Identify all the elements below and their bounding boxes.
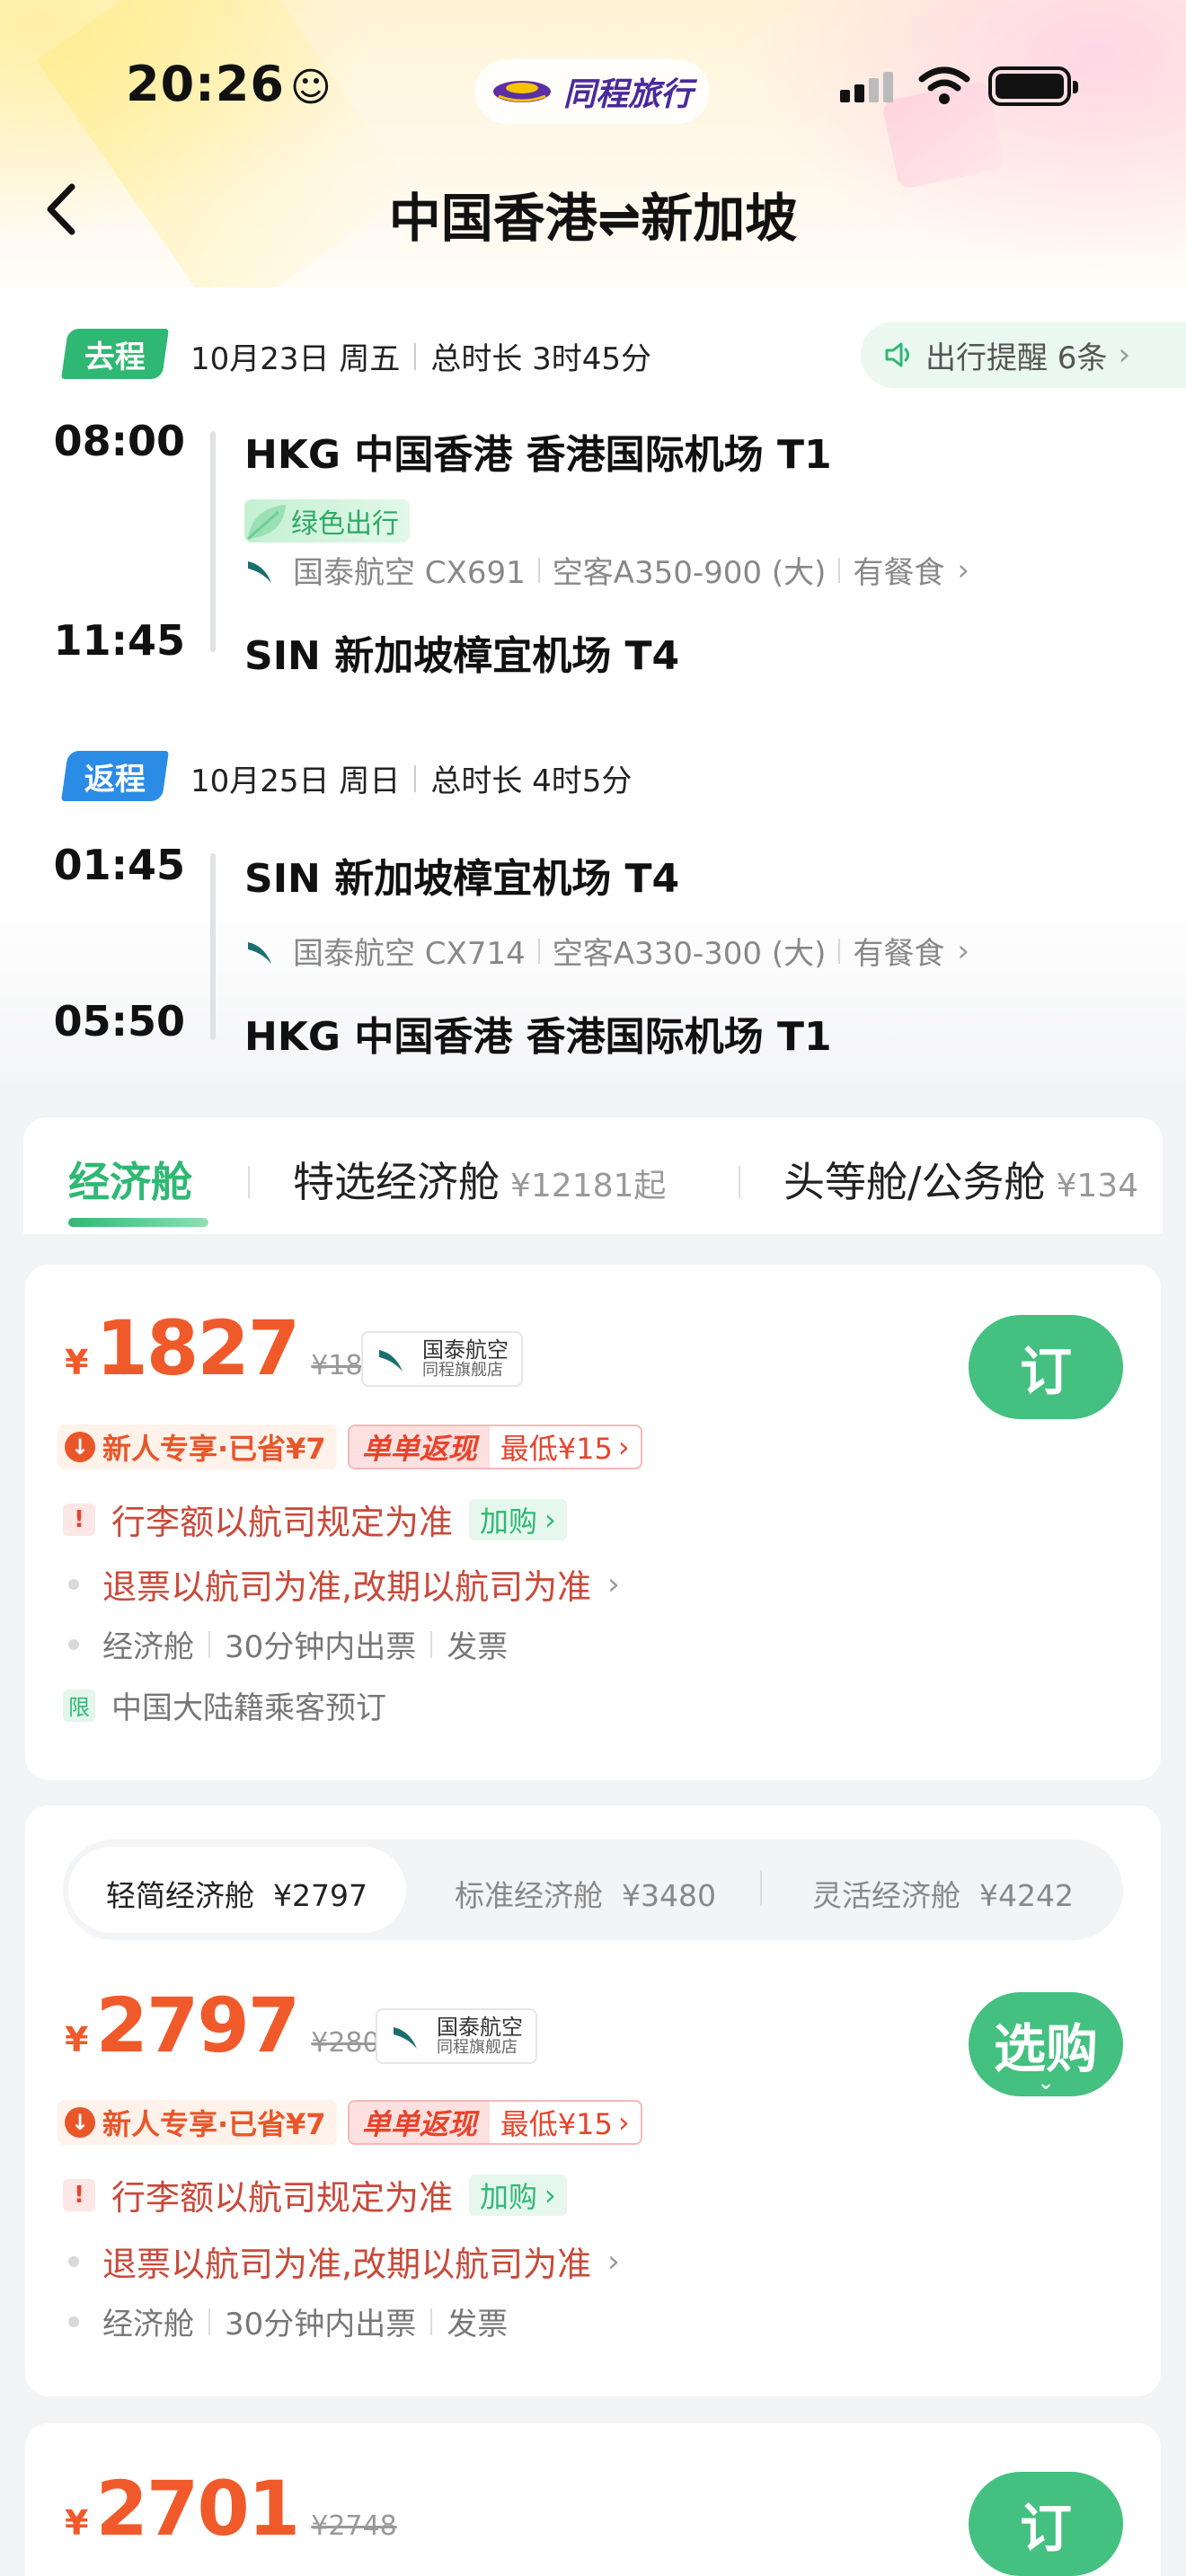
- warning-icon: !: [63, 2178, 95, 2211]
- return-duration: 总时长 4时5分: [430, 763, 633, 799]
- return-timeline: [210, 853, 216, 1040]
- tab-divider: [739, 1166, 740, 1198]
- return-meal: 有餐食: [853, 936, 945, 972]
- select-purchase-button[interactable]: 选购 ⌄: [969, 1992, 1123, 2096]
- ticket-info: 经济舱 30分钟内出票 发票: [58, 2299, 508, 2343]
- price-value: 1827: [95, 1304, 300, 1392]
- itinerary-panel: [0, 287, 1186, 1096]
- baggage-rule[interactable]: ! 行李额以航司规定为准 加购 ›: [63, 1495, 567, 1544]
- battery-icon: [988, 66, 1078, 106]
- bullet-dot: [68, 2316, 79, 2327]
- cashback-promo: 单单返现 最低¥15 ›: [347, 1425, 642, 1469]
- chevron-right-icon: ›: [607, 2243, 620, 2280]
- outbound-info: 10月23日 周五 总时长 3时45分: [190, 334, 651, 378]
- cathay-logo-icon: [394, 2027, 417, 2049]
- tab-economy[interactable]: 经济舱: [68, 1150, 192, 1209]
- arrow-down-icon: ↓: [65, 1432, 95, 1462]
- brand-pill[interactable]: 同程旅行: [474, 59, 710, 124]
- page-title: 中国香港⇌新加坡: [388, 188, 798, 249]
- speaker-icon: [885, 342, 909, 367]
- chevron-right-icon: ›: [957, 551, 970, 588]
- bullet-dot: [68, 2255, 79, 2267]
- return-aircraft: 空客A330-300 (大): [552, 936, 827, 972]
- return-dep-time: 01:45: [53, 841, 185, 889]
- cashback-promo: 单单返现 最低¥15 ›: [347, 2100, 642, 2145]
- cathay-logo-icon: [248, 941, 271, 964]
- refund-rule[interactable]: 退票以航司为准,改期以航司为准 ›: [58, 2236, 620, 2286]
- book-button[interactable]: 订: [969, 2472, 1123, 2576]
- airline-store-badge: 国泰航空 同程旗舰店: [361, 1331, 523, 1387]
- reminder-label: 出行提醒 6条: [925, 340, 1108, 376]
- outbound-duration: 总时长 3时45分: [430, 341, 652, 377]
- addon-button[interactable]: 加购 ›: [469, 1498, 567, 1540]
- cathay-logo-icon: [248, 560, 271, 583]
- brand-name: 同程旅行: [562, 76, 693, 113]
- chevron-right-icon: ›: [617, 1430, 630, 1464]
- original-price: ¥2748: [311, 2510, 397, 2542]
- restriction-badge: 限: [63, 1689, 95, 1722]
- promo-row[interactable]: ↓ 新人专享·已省¥7 单单返现 最低¥15 ›: [58, 2100, 642, 2145]
- return-tag: 返程: [61, 751, 169, 801]
- return-info: 10月25日 周日 总时长 4时5分: [190, 756, 632, 800]
- chevron-down-icon: ⌄: [1037, 2072, 1055, 2095]
- chevron-right-icon: ›: [617, 2105, 630, 2139]
- smiley-icon: ☺: [289, 65, 332, 110]
- bullet-dot: [68, 1638, 79, 1650]
- status-time: 20:26 ☺: [126, 56, 332, 112]
- price-value: 2701: [95, 2465, 300, 2553]
- return-dep-airport: SIN 新加坡樟宜机场 T4: [244, 856, 680, 902]
- cellular-signal-icon: [840, 70, 893, 102]
- return-date: 10月25日 周日: [190, 763, 401, 799]
- tab-divider: [248, 1166, 250, 1198]
- fare-tab-standard[interactable]: 标准经济舱 ¥3480: [455, 1872, 716, 1915]
- offer-price: ¥ 2701 ¥2748: [65, 2465, 397, 2553]
- new-user-promo: ↓ 新人专享·已省¥7: [58, 1425, 337, 1469]
- tab-first-business[interactable]: 头等舱/公务舱 ¥134: [783, 1150, 1163, 1209]
- return-flight-meta[interactable]: 国泰航空 CX714 空客A330-300 (大) 有餐食 ›: [244, 929, 969, 973]
- ticket-info: 经济舱 30分钟内出票 发票: [58, 1622, 508, 1666]
- bullet-dot: [68, 1578, 79, 1590]
- fare-tab-flexible[interactable]: 灵活经济舱 ¥4242: [812, 1872, 1074, 1915]
- return-arr-airport: HKG 中国香港 香港国际机场 T1: [244, 1014, 832, 1060]
- brand-logo-icon: [492, 81, 551, 102]
- passenger-restriction: 限 中国大陆籍乘客预订: [63, 1683, 386, 1727]
- offer-price: ¥ 1827 ¥1834: [65, 1304, 397, 1392]
- fare-tab-divider: [760, 1870, 762, 1906]
- travel-reminder-button[interactable]: 出行提醒 6条 ›: [861, 322, 1186, 388]
- price-value: 2797: [95, 1981, 300, 2069]
- warning-icon: !: [63, 1503, 95, 1536]
- outbound-aircraft: 空客A350-900 (大): [552, 555, 827, 591]
- outbound-date: 10月23日 周五: [190, 341, 401, 377]
- offer-price: ¥ 2797 ¥2804: [65, 1981, 397, 2069]
- book-button[interactable]: 订: [969, 1315, 1123, 1419]
- wifi-icon: [918, 66, 970, 104]
- outbound-dep-airport: HKG 中国香港 香港国际机场 T1: [244, 432, 832, 478]
- chevron-right-icon: ›: [1118, 337, 1131, 373]
- outbound-airline: 国泰航空 CX691: [293, 555, 526, 591]
- promo-row[interactable]: ↓ 新人专享·已省¥7 单单返现 最低¥15 ›: [58, 1425, 642, 1469]
- outbound-arr-time: 11:45: [53, 616, 185, 665]
- tab-premium-economy[interactable]: 特选经济舱 ¥12181起: [293, 1150, 666, 1209]
- baggage-rule[interactable]: ! 行李额以航司规定为准 加购 ›: [63, 2170, 567, 2219]
- fare-tab-basic[interactable]: 轻简经济舱 ¥2797: [106, 1872, 367, 1915]
- new-user-promo: ↓ 新人专享·已省¥7: [58, 2100, 337, 2145]
- return-airline: 国泰航空 CX714: [293, 936, 526, 972]
- airline-store-badge: 国泰航空 同程旗舰店: [376, 2008, 537, 2064]
- outbound-flight-meta[interactable]: 国泰航空 CX691 空客A350-900 (大) 有餐食 ›: [244, 548, 969, 592]
- outbound-dep-time: 08:00: [53, 417, 185, 465]
- outbound-meal: 有餐食: [853, 555, 945, 591]
- outbound-tag: 去程: [61, 329, 169, 379]
- return-arr-time: 05:50: [53, 997, 185, 1045]
- active-tab-indicator: [68, 1218, 208, 1227]
- chevron-right-icon: ›: [957, 932, 970, 969]
- arrow-down-icon: ↓: [65, 2107, 95, 2138]
- outbound-arr-airport: SIN 新加坡樟宜机场 T4: [244, 633, 680, 679]
- cathay-logo-icon: [379, 1350, 403, 1372]
- refund-rule[interactable]: 退票以航司为准,改期以航司为准 ›: [58, 1559, 620, 1609]
- addon-button[interactable]: 加购 ›: [469, 2174, 567, 2216]
- outbound-timeline: [210, 431, 216, 652]
- chevron-right-icon: ›: [607, 1566, 620, 1602]
- leaf-icon: [247, 505, 286, 541]
